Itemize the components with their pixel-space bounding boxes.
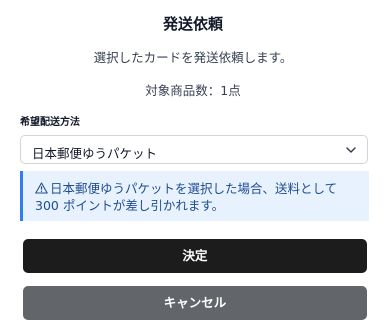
dialog-title: 発送依頼 bbox=[162, 15, 223, 33]
chevron-down-icon bbox=[346, 147, 356, 153]
notice-line-1: 日本郵便ゆうパケットを選択した場合、送料として bbox=[50, 181, 338, 196]
item-count: 対象商品数：1点 bbox=[145, 83, 241, 98]
warning-icon bbox=[35, 182, 48, 194]
notice-line-2: 300 ポイントが差し引かれます。 bbox=[35, 198, 225, 213]
shipping-fee-notice: 日本郵便ゆうパケットを選択した場合、送料として 300 ポイントが差し引かれます… bbox=[20, 171, 369, 221]
shipping-request-dialog: 発送依頼 選択したカードを発送依頼します。 対象商品数：1点 希望配送方法 日本… bbox=[0, 0, 386, 333]
shipping-method-label: 希望配送方法 bbox=[20, 117, 80, 128]
shipping-method-select[interactable]: 日本郵便ゆうパケット bbox=[20, 135, 368, 164]
cancel-button[interactable]: キャンセル bbox=[23, 286, 367, 320]
dialog-description: 選択したカードを発送依頼します。 bbox=[93, 50, 293, 65]
confirm-button[interactable]: 決定 bbox=[23, 239, 367, 273]
shipping-method-value: 日本郵便ゆうパケット bbox=[32, 146, 158, 161]
